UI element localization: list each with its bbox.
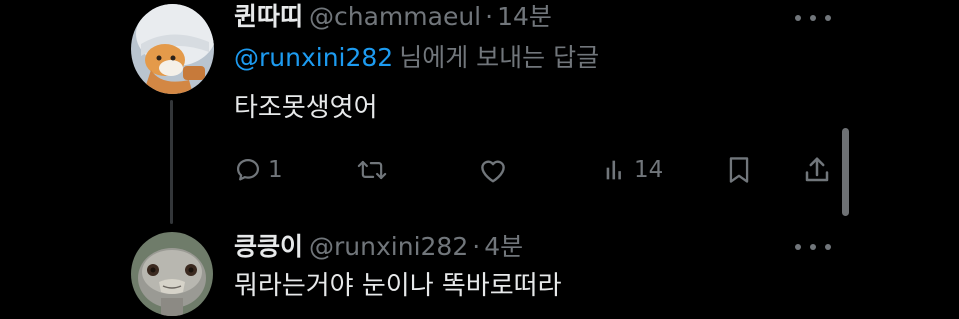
avatar[interactable] (131, 4, 214, 94)
ostrich-avatar-icon (131, 232, 213, 316)
tweet-header: 퀸따띠 @chammaeul · 14분 (234, 2, 552, 32)
separator-dot: · (472, 232, 481, 261)
reply-context: @runxini282 님에게 보내는 답글 (234, 43, 599, 73)
more-options-button[interactable] (795, 241, 831, 253)
views-button[interactable]: 14 (604, 153, 663, 187)
tweet-text: 타조못생엿어 (234, 93, 378, 123)
more-options-button[interactable] (795, 12, 831, 24)
tweet-text: 뭐라는거야 눈이나 똑바로떠라 (234, 271, 562, 301)
retweet-icon (357, 160, 387, 180)
like-button[interactable] (478, 153, 514, 187)
share-icon (805, 157, 829, 182)
like-icon (481, 160, 505, 183)
timestamp[interactable]: 4분 (484, 232, 523, 261)
reply-context-label: 님에게 보내는 답글 (399, 43, 600, 72)
timestamp[interactable]: 14분 (497, 2, 552, 31)
share-button[interactable] (802, 153, 832, 187)
views-icon (606, 160, 621, 180)
user-handle[interactable]: @chammaeul (309, 2, 481, 31)
bookmark-icon (729, 157, 749, 183)
more-icon (795, 244, 801, 250)
avatar[interactable] (131, 232, 213, 316)
tweet-header: 킁킁이 @runxini282 · 4분 (234, 232, 523, 262)
views-count: 14 (634, 157, 664, 183)
user-handle[interactable]: @runxini282 (309, 232, 468, 261)
more-icon (795, 15, 801, 21)
thread-connector-line (170, 100, 173, 224)
display-name[interactable]: 퀸따띠 (234, 2, 303, 31)
separator-dot: · (485, 2, 494, 31)
reply-icon (236, 158, 260, 181)
reply-count: 1 (268, 157, 283, 183)
bookmark-button[interactable] (726, 153, 752, 187)
reply-mention-link[interactable]: @runxini282 (234, 43, 393, 72)
scrollbar-thumb[interactable] (842, 128, 849, 216)
retweet-button[interactable] (356, 153, 394, 187)
display-name[interactable]: 킁킁이 (234, 232, 303, 261)
cat-in-hat-avatar-icon (131, 4, 214, 94)
reply-button[interactable]: 1 (234, 153, 283, 187)
